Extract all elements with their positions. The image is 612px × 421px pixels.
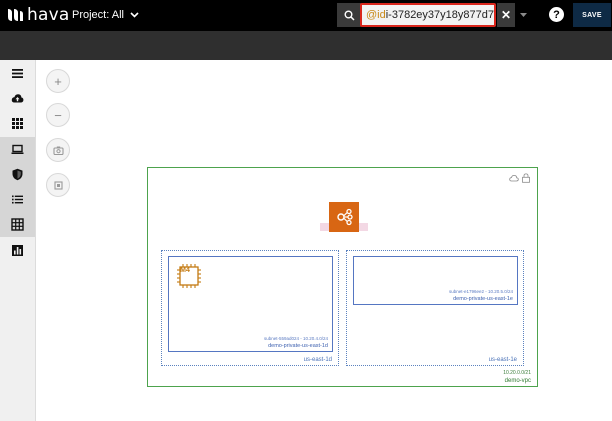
menu-icon xyxy=(12,69,23,78)
cloud-upload-icon xyxy=(11,94,24,103)
vpc-container[interactable]: M4 subnet-559ad024 - 10.20.4.0/24 demo-p… xyxy=(147,167,538,387)
subnet-cidr: subnet-559ad024 - 10.20.4.0/24 xyxy=(263,336,328,341)
internet-gateway-node[interactable] xyxy=(329,202,359,232)
subnet-name: demo-private-us-east-1e xyxy=(453,296,513,302)
availability-zone-label: us-east-1e xyxy=(488,357,517,363)
search-icon xyxy=(344,10,355,21)
vpc-cidr: 10.20.0.0/21 xyxy=(503,370,531,376)
cloud-icon xyxy=(509,174,519,182)
top-navigation-bar: hava Project: All @id i-3782ey37y18y877d… xyxy=(0,0,612,31)
ec2-instance-type: M4 xyxy=(180,267,190,274)
availability-zone-label: us-east-1d xyxy=(303,357,332,363)
subnet-cidr: subnet-e1796ee2 - 10.20.5.0/24 xyxy=(448,289,513,294)
sidebar-item-list[interactable] xyxy=(0,187,35,212)
list-icon xyxy=(12,195,23,204)
caret-down-icon xyxy=(519,13,527,17)
zoom-out-icon: − xyxy=(54,107,62,123)
save-button[interactable]: SAVE xyxy=(573,3,611,27)
search-filter-prefix: @id xyxy=(366,9,386,21)
zoom-in-button[interactable]: + xyxy=(46,69,70,93)
hava-logo-icon xyxy=(8,9,23,21)
lock-icon xyxy=(522,173,530,183)
help-button[interactable]: ? xyxy=(549,7,564,22)
fit-view-button[interactable] xyxy=(46,173,70,197)
sidebar-item-infrastructure[interactable] xyxy=(0,137,35,162)
subnet-private-1d[interactable]: M4 subnet-559ad024 - 10.20.4.0/24 demo-p… xyxy=(168,256,333,352)
availability-zone-us-east-1d[interactable]: M4 subnet-559ad024 - 10.20.4.0/24 demo-p… xyxy=(161,250,339,366)
subnet-name: demo-private-us-east-1d xyxy=(268,343,328,349)
clear-search-button[interactable]: ✕ xyxy=(497,3,515,27)
sidebar-item-security[interactable] xyxy=(0,162,35,187)
toolbar-strip xyxy=(0,31,612,60)
sidebar xyxy=(0,60,36,421)
stop-icon xyxy=(53,180,63,190)
vpc-icons xyxy=(509,173,531,183)
apps-grid-icon xyxy=(12,118,23,129)
chevron-down-icon xyxy=(130,12,139,18)
project-selector[interactable]: Project: All xyxy=(72,9,139,21)
laptop-icon xyxy=(11,144,24,154)
hava-logo[interactable]: hava xyxy=(6,5,69,25)
report-icon xyxy=(12,245,23,256)
logo-text: hava xyxy=(27,5,70,25)
shield-icon xyxy=(12,168,23,181)
sidebar-item-apps[interactable] xyxy=(0,111,35,136)
search-query-text: i-3782ey37y18y877d7 xyxy=(385,9,494,21)
sidebar-item-menu[interactable] xyxy=(0,61,35,86)
availability-zone-us-east-1e[interactable]: subnet-e1796ee2 - 10.20.5.0/24 demo-priv… xyxy=(346,250,524,366)
search-input[interactable]: @id i-3782ey37y18y877d7 xyxy=(360,3,496,27)
vpc-name: demo-vpc xyxy=(504,378,531,384)
internet-gateway-icon xyxy=(337,208,353,226)
zoom-out-button[interactable]: − xyxy=(46,103,70,127)
search-options-dropdown[interactable] xyxy=(518,10,528,20)
subnet-private-1e[interactable]: subnet-e1796ee2 - 10.20.5.0/24 demo-priv… xyxy=(353,256,518,305)
project-selector-label: Project: All xyxy=(72,9,124,21)
table-icon xyxy=(11,218,24,231)
zoom-in-icon: + xyxy=(54,73,62,89)
sidebar-item-reports[interactable] xyxy=(0,238,35,263)
camera-icon xyxy=(52,146,64,155)
search-button[interactable] xyxy=(337,3,361,27)
sidebar-item-import[interactable] xyxy=(0,86,35,111)
sidebar-item-table[interactable] xyxy=(0,212,35,237)
export-image-button[interactable] xyxy=(46,138,70,162)
